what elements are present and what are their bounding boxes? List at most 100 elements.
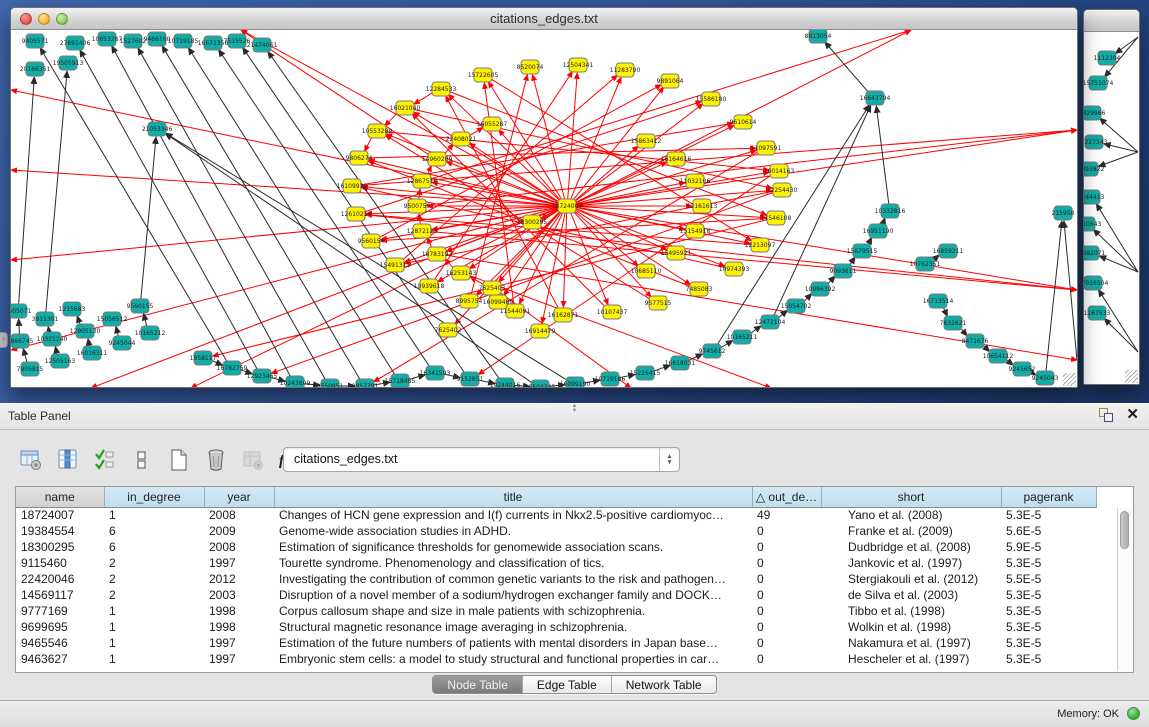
table-cell[interactable]: 19384554 bbox=[16, 523, 104, 539]
table-cell[interactable]: 9465546 bbox=[16, 635, 104, 651]
trash-icon[interactable] bbox=[203, 447, 229, 473]
table-cell[interactable]: 1 bbox=[104, 635, 204, 651]
table-cell[interactable]: 9777169 bbox=[16, 603, 104, 619]
background-network-canvas[interactable]: 1112304157510749329966922734312093822124… bbox=[1084, 32, 1139, 384]
table-cell[interactable]: 1 bbox=[104, 507, 204, 523]
table-cell[interactable]: 5.3E-5 bbox=[1001, 635, 1096, 651]
table-cell[interactable]: 22420046 bbox=[16, 571, 104, 587]
network-window[interactable]: citations_edges.txt 18724007183002951225… bbox=[10, 7, 1078, 388]
table-cell[interactable]: 0 bbox=[752, 571, 821, 587]
table-cell[interactable]: Tibbo et al. (1998) bbox=[821, 603, 1001, 619]
table-cell[interactable]: 2008 bbox=[204, 507, 274, 523]
table-cell[interactable]: 9463627 bbox=[16, 651, 104, 667]
table-cell[interactable]: 5.3E-5 bbox=[1001, 619, 1096, 635]
table-cell[interactable]: 1997 bbox=[204, 635, 274, 651]
table-cell[interactable]: 1 bbox=[104, 603, 204, 619]
dropdown-stepper-icon[interactable]: ▲▼ bbox=[659, 448, 679, 471]
table-cell[interactable]: 5.6E-5 bbox=[1001, 523, 1096, 539]
network-view[interactable]: 1872400718300295122544301154610812213097… bbox=[11, 30, 1077, 387]
table-cell[interactable]: 18724007 bbox=[16, 507, 104, 523]
show-columns-icon[interactable] bbox=[55, 447, 81, 473]
background-network-window[interactable]: 1112304157510749329966922734312093822124… bbox=[1083, 9, 1140, 385]
table-cell[interactable]: Investigating the contribution of common… bbox=[274, 571, 752, 587]
vertical-scrollbar[interactable] bbox=[1117, 508, 1132, 671]
table-cell[interactable]: Hescheler et al. (1997) bbox=[821, 651, 1001, 667]
select-all-checks-icon[interactable] bbox=[92, 447, 118, 473]
table-cell[interactable]: 5.3E-5 bbox=[1001, 555, 1096, 571]
table-cell[interactable]: 5.3E-5 bbox=[1001, 507, 1096, 523]
table-cell[interactable]: 2012 bbox=[204, 571, 274, 587]
table-cell[interactable]: 1997 bbox=[204, 651, 274, 667]
table-cell[interactable]: 0 bbox=[752, 587, 821, 603]
table-cell[interactable]: 1 bbox=[104, 619, 204, 635]
background-window-titlebar[interactable] bbox=[1084, 10, 1139, 32]
table-cell[interactable]: 0 bbox=[752, 651, 821, 667]
tab-node-table[interactable]: Node Table bbox=[433, 676, 523, 693]
table-cell[interactable]: 0 bbox=[752, 523, 821, 539]
table-cell[interactable]: Changes of HCN gene expression and I(f) … bbox=[274, 507, 752, 523]
column-header-1[interactable]: in_degree bbox=[104, 487, 204, 507]
table-cell[interactable]: 2 bbox=[104, 587, 204, 603]
background-window-canvas[interactable]: 1112304157510749329966922734312093822124… bbox=[1084, 32, 1139, 384]
float-panel-icon[interactable] bbox=[1098, 407, 1114, 423]
table-cell[interactable]: 0 bbox=[752, 539, 821, 555]
table-cell[interactable]: 5.3E-5 bbox=[1001, 587, 1096, 603]
resize-grip[interactable] bbox=[1125, 370, 1138, 383]
table-cell[interactable]: 9699695 bbox=[16, 619, 104, 635]
table-cell[interactable]: Dudbridge et al. (2008) bbox=[821, 539, 1001, 555]
memory-status-icon[interactable] bbox=[1127, 707, 1140, 720]
column-header-6[interactable]: pagerank bbox=[1001, 487, 1096, 507]
table-cell[interactable]: Yano et al. (2008) bbox=[821, 507, 1001, 523]
column-header-2[interactable]: year bbox=[204, 487, 274, 507]
table-cell[interactable]: Estimation of the future numbers of pati… bbox=[274, 635, 752, 651]
table-cell[interactable]: 9115460 bbox=[16, 555, 104, 571]
table-cell[interactable]: Nakamura et al. (1997) bbox=[821, 635, 1001, 651]
table-selector-dropdown[interactable]: citations_edges.txt ▲▼ bbox=[283, 447, 680, 472]
column-header-3[interactable]: title bbox=[274, 487, 752, 507]
window-titlebar[interactable]: citations_edges.txt bbox=[11, 8, 1077, 30]
table-cell[interactable]: Jankovic et al. (1997) bbox=[821, 555, 1001, 571]
tab-edge-table[interactable]: Edge Table bbox=[523, 676, 612, 693]
tab-network-table[interactable]: Network Table bbox=[612, 676, 716, 693]
table-cell[interactable]: 2003 bbox=[204, 587, 274, 603]
table-cell[interactable]: Estimation of significance thresholds fo… bbox=[274, 539, 752, 555]
table-cell[interactable]: Disruption of a novel member of a sodium… bbox=[274, 587, 752, 603]
column-header-5[interactable]: short bbox=[821, 487, 1001, 507]
table-cell[interactable]: 0 bbox=[752, 635, 821, 651]
table-cell[interactable]: Wolkin et al. (1998) bbox=[821, 619, 1001, 635]
close-panel-icon[interactable]: ✕ bbox=[1126, 407, 1139, 423]
panel-collapse-notch[interactable]: › bbox=[0, 332, 8, 348]
scrollbar-thumb[interactable] bbox=[1120, 511, 1129, 549]
table-cell[interactable]: 18300295 bbox=[16, 539, 104, 555]
table-cell[interactable]: Structural magnetic resonance image aver… bbox=[274, 619, 752, 635]
table-cell[interactable]: 1998 bbox=[204, 619, 274, 635]
table-cell[interactable]: Corpus callosum shape and size in male p… bbox=[274, 603, 752, 619]
table-cell[interactable]: 5.3E-5 bbox=[1001, 603, 1096, 619]
table-cell[interactable]: 49 bbox=[752, 507, 821, 523]
table-cell[interactable]: 0 bbox=[752, 555, 821, 571]
table-cell[interactable]: 5.5E-5 bbox=[1001, 571, 1096, 587]
table-cell[interactable]: 2009 bbox=[204, 523, 274, 539]
splitter-handle[interactable]: ▲▼ bbox=[567, 404, 583, 410]
table-cell[interactable]: 14569117 bbox=[16, 587, 104, 603]
clear-selection-icon[interactable] bbox=[129, 447, 155, 473]
table-settings-icon[interactable] bbox=[18, 447, 44, 473]
column-header-4[interactable]: △ out_de… bbox=[752, 487, 821, 507]
table-cell[interactable]: de Silva et al. (2003) bbox=[821, 587, 1001, 603]
table-cell[interactable]: 2 bbox=[104, 555, 204, 571]
table-cell[interactable]: 1 bbox=[104, 651, 204, 667]
table-cell[interactable]: Embryonic stem cells: a model to study s… bbox=[274, 651, 752, 667]
table-cell[interactable]: Franke et al. (2009) bbox=[821, 523, 1001, 539]
resize-grip[interactable] bbox=[1063, 373, 1076, 386]
table-cell[interactable]: Tourette syndrome. Phenomenology and cla… bbox=[274, 555, 752, 571]
column-header-0[interactable]: name bbox=[16, 487, 104, 507]
table-cell[interactable]: 1998 bbox=[204, 603, 274, 619]
table-cell[interactable]: 0 bbox=[752, 603, 821, 619]
table-cell[interactable]: Genome-wide association studies in ADHD. bbox=[274, 523, 752, 539]
table-cell[interactable]: 0 bbox=[752, 619, 821, 635]
table-cell[interactable]: 2 bbox=[104, 571, 204, 587]
table-cell[interactable]: 6 bbox=[104, 539, 204, 555]
table-cell[interactable]: 5.9E-5 bbox=[1001, 539, 1096, 555]
table-cell[interactable]: Stergiakouli et al. (2012) bbox=[821, 571, 1001, 587]
table-cell[interactable]: 2008 bbox=[204, 539, 274, 555]
